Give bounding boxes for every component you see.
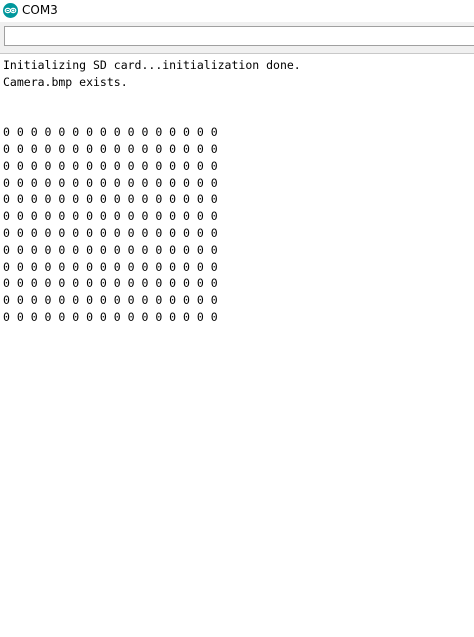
serial-output[interactable]: Initializing SD card...initialization do… <box>0 54 474 637</box>
send-bar <box>0 22 474 53</box>
output-line: 0 0 0 0 0 0 0 0 0 0 0 0 0 0 0 0 <box>3 142 218 156</box>
output-line: Camera.bmp exists. <box>3 74 128 89</box>
output-line: 0 0 0 0 0 0 0 0 0 0 0 0 0 0 0 0 <box>3 259 218 274</box>
output-line: Initializing SD card...initialization do… <box>3 58 301 72</box>
window-title: COM3 <box>22 3 58 17</box>
output-line: 0 0 0 0 0 0 0 0 0 0 0 0 0 0 0 0 <box>3 125 218 140</box>
output-line: 0 0 0 0 0 0 0 0 0 0 0 0 0 0 0 0 <box>3 209 218 224</box>
title-bar: COM3 <box>0 0 474 22</box>
output-line: 0 0 0 0 0 0 0 0 0 0 0 0 0 0 0 0 <box>3 192 218 207</box>
output-line: 0 0 0 0 0 0 0 0 0 0 0 0 0 0 0 0 <box>3 175 218 190</box>
arduino-icon <box>3 3 18 18</box>
output-line: 0 0 0 0 0 0 0 0 0 0 0 0 0 0 0 0 <box>3 293 218 308</box>
send-input[interactable] <box>4 26 474 46</box>
output-line: 0 0 0 0 0 0 0 0 0 0 0 0 0 0 0 0 <box>3 226 218 240</box>
output-line: 0 0 0 0 0 0 0 0 0 0 0 0 0 0 0 0 <box>3 276 218 291</box>
output-line: 0 0 0 0 0 0 0 0 0 0 0 0 0 0 0 0 <box>3 242 218 257</box>
output-line: 0 0 0 0 0 0 0 0 0 0 0 0 0 0 0 0 <box>3 310 218 324</box>
output-line: 0 0 0 0 0 0 0 0 0 0 0 0 0 0 0 0 <box>3 158 218 173</box>
